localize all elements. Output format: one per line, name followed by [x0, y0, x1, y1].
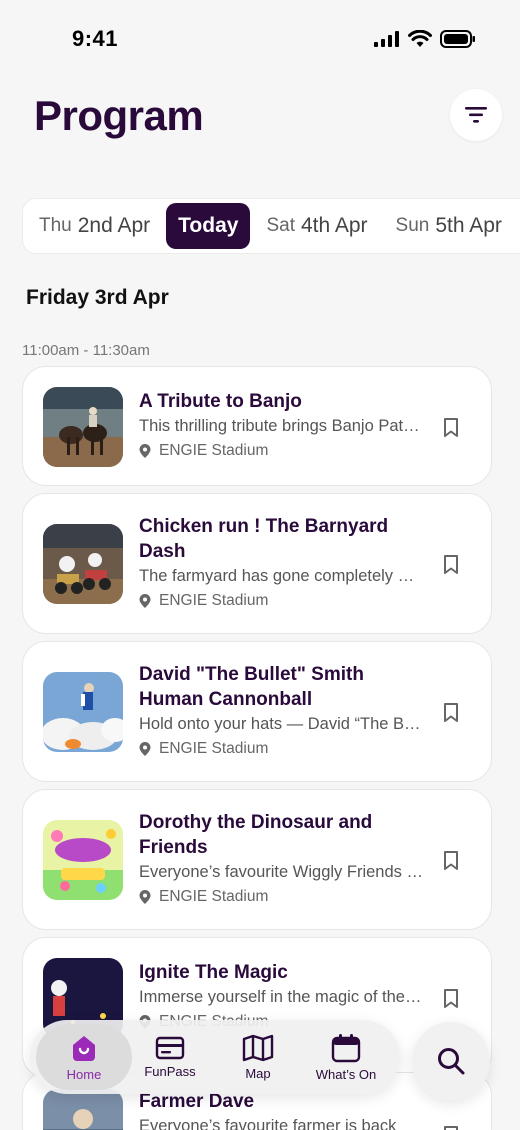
event-text: Farmer Dave Everyone’s favourite farmer … [139, 1089, 423, 1130]
date-tab-day: Today [178, 214, 239, 237]
event-thumbnail [43, 672, 123, 752]
tab-whats-on[interactable]: What’s On [306, 1024, 386, 1090]
date-tab-day: 5th Apr [435, 214, 502, 237]
event-title: David "The Bullet" Smith Human Cannonbal… [139, 664, 364, 710]
location-pin-icon [139, 742, 151, 756]
bookmark-icon[interactable] [441, 554, 461, 576]
battery-icon [440, 30, 475, 48]
date-tab-dow: Sun [395, 215, 430, 236]
event-title: Dorothy the Dinosaur and Friends [139, 812, 373, 858]
tab-map[interactable]: Map [230, 1024, 286, 1090]
event-description: Everyone’s favourite farmer is back [139, 1117, 397, 1130]
event-title: Ignite The Magic [139, 962, 288, 983]
event-location-label: ENGIE Stadium [159, 740, 269, 757]
event-location: ENGIE Stadium [139, 740, 423, 758]
time-slot-label: 11:00am - 11:30am [22, 342, 150, 359]
date-selector: Thu 2nd Apr Today Sat 4th Apr Sun 5th Ap… [22, 198, 520, 254]
bottom-tab-bar: Home FunPass Map What’s On [30, 1020, 400, 1094]
status-icons [374, 30, 476, 48]
event-card[interactable]: David "The Bullet" Smith Human Cannonbal… [22, 641, 492, 782]
day-heading: Friday 3rd Apr [26, 286, 169, 309]
event-title: A Tribute to Banjo [139, 391, 302, 412]
event-description: This thrilling tribute brings Banjo Pate… [139, 417, 423, 435]
signal-icon [374, 31, 399, 47]
event-description: Everyone’s favourite Wiggly Friends are [139, 863, 423, 881]
event-card[interactable]: A Tribute to Banjo This thrilling tribut… [22, 366, 492, 486]
filter-icon [465, 107, 487, 123]
date-selector-track: Thu 2nd Apr Today Sat 4th Apr Sun 5th Ap… [23, 199, 518, 253]
date-tab-sun[interactable]: Sun 5th Apr [384, 203, 514, 249]
event-thumbnail [43, 1089, 123, 1130]
event-location: ENGIE Stadium [139, 442, 423, 460]
ticket-card-icon [155, 1036, 185, 1059]
date-tab-thu[interactable]: Thu 2nd Apr [27, 203, 162, 249]
page-title: Program [34, 92, 204, 139]
event-title: Chicken run ! The Barnyard Dash [139, 516, 389, 562]
filter-button[interactable] [450, 89, 502, 141]
tab-map-label: Map [245, 1065, 271, 1081]
date-tab-sat[interactable]: Sat 4th Apr [254, 203, 379, 249]
search-icon [438, 1048, 465, 1075]
date-tab-day: 2nd Apr [77, 214, 151, 237]
date-tab-dow: Thu [39, 215, 72, 236]
event-text: A Tribute to Banjo This thrilling tribut… [139, 389, 423, 460]
event-card[interactable]: Chicken run ! The Barnyard Dash The farm… [22, 493, 492, 634]
event-location: ENGIE Stadium [139, 888, 423, 906]
tab-home[interactable]: Home [36, 1024, 132, 1090]
tab-funpass-label: FunPass [144, 1063, 196, 1079]
tab-whats-on-label: What’s On [315, 1066, 377, 1082]
bookmark-icon[interactable] [441, 1125, 461, 1130]
bookmark-icon[interactable] [441, 417, 461, 439]
event-text: Dorothy the Dinosaur and Friends Everyon… [139, 810, 423, 906]
location-pin-icon [139, 444, 151, 458]
event-location: ENGIE Stadium [139, 592, 423, 610]
event-description: Hold onto your hats — David “The Bullet” [139, 715, 423, 733]
event-thumbnail [43, 820, 123, 900]
event-text: David "The Bullet" Smith Human Cannonbal… [139, 662, 423, 758]
wifi-icon [408, 30, 432, 47]
event-location-label: ENGIE Stadium [159, 592, 269, 609]
date-tab-day: 4th Apr [300, 214, 368, 237]
status-time: 9:41 [72, 26, 119, 51]
bookmark-icon[interactable] [441, 850, 461, 872]
location-pin-icon [139, 890, 151, 904]
home-icon [73, 1035, 95, 1061]
calendar-icon [331, 1033, 361, 1062]
event-location-label: ENGIE Stadium [159, 888, 269, 905]
event-card[interactable]: Dorothy the Dinosaur and Friends Everyon… [22, 789, 492, 930]
location-pin-icon [139, 594, 151, 608]
map-icon [242, 1034, 274, 1061]
event-location-label: ENGIE Stadium [159, 442, 269, 459]
bookmark-icon[interactable] [441, 988, 461, 1010]
status-bar: 9:41 [0, 0, 520, 80]
bookmark-icon[interactable] [441, 702, 461, 724]
event-description: The farmyard has gone completely wild [139, 567, 423, 585]
event-description: Immerse yourself in the magic of the nig… [139, 988, 423, 1006]
event-thumbnail [43, 387, 123, 467]
tab-funpass[interactable]: FunPass [138, 1024, 202, 1090]
date-tab-today[interactable]: Today [166, 203, 251, 249]
event-text: Chicken run ! The Barnyard Dash The farm… [139, 514, 423, 610]
search-button[interactable] [412, 1022, 490, 1100]
event-thumbnail [43, 524, 123, 604]
date-tab-dow: Sat [266, 215, 295, 236]
tab-home-label: Home [66, 1066, 102, 1082]
